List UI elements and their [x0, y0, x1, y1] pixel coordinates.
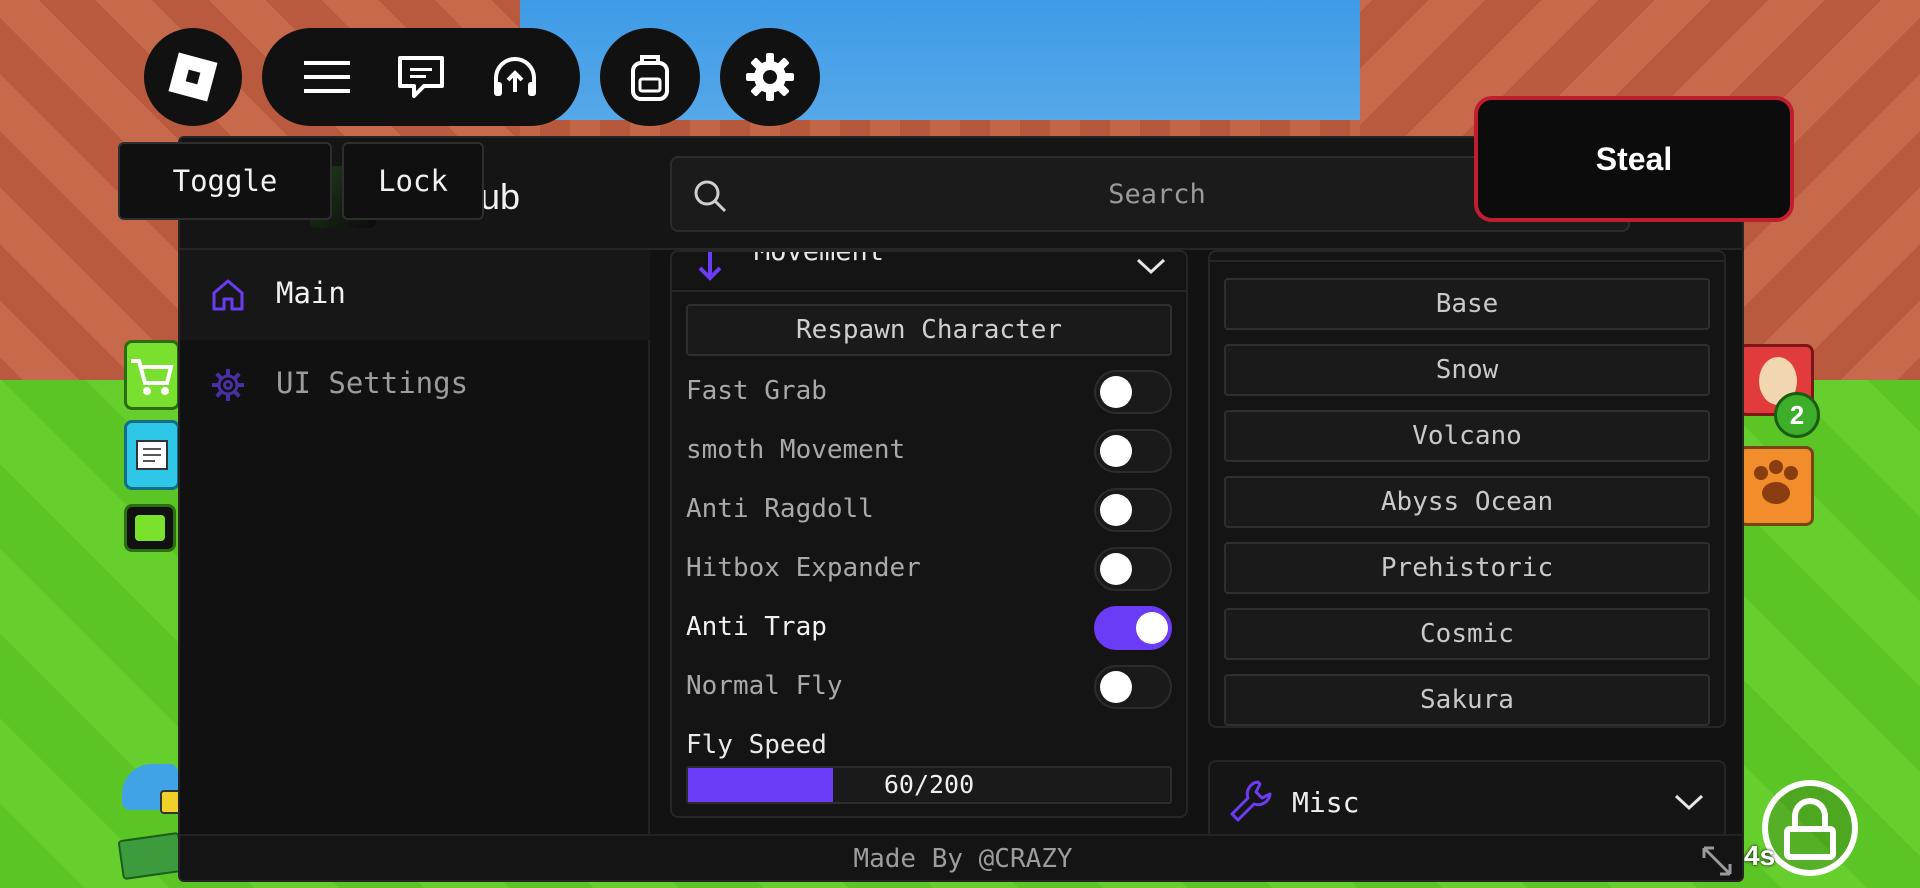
hub-panel: ub Main UI Settings Movement Respawn Cha… — [178, 136, 1744, 882]
notification-badge: 2 — [1774, 392, 1820, 438]
cart-icon — [131, 359, 174, 395]
toggle-row-fast-grab: Fast Grab — [686, 368, 1172, 418]
toggle-label: Normal Fly — [686, 671, 843, 701]
book-icon — [136, 440, 168, 470]
toggle-label: Hitbox Expander — [686, 553, 921, 583]
hub-title: ub — [480, 176, 521, 217]
toggle-ui-button[interactable]: Toggle — [118, 142, 332, 220]
bases-section: Base Snow Volcano Abyss Ocean Prehistori… — [1208, 250, 1726, 728]
sidebar-item-main[interactable]: Main — [180, 250, 650, 340]
respawn-character-button[interactable]: Respawn Character — [686, 304, 1172, 356]
top-button-group — [262, 28, 580, 126]
base-button-sakura[interactable]: Sakura — [1224, 674, 1710, 726]
sidebar-item-ui-settings[interactable]: UI Settings — [180, 340, 650, 430]
movement-section-header[interactable]: Movement — [672, 252, 1186, 292]
movement-section: Movement Respawn Character Fast Grab smo… — [670, 250, 1188, 818]
toggle-label: smoth Movement — [686, 435, 906, 465]
toggle-row-anti-trap: Anti Trap — [686, 604, 1172, 654]
anti-trap-toggle[interactable] — [1094, 606, 1172, 650]
hitbox-expander-toggle[interactable] — [1094, 547, 1172, 591]
lock-timer: 4s — [1744, 840, 1776, 871]
base-button-cosmic[interactable]: Cosmic — [1224, 608, 1710, 660]
wrench-icon — [1230, 780, 1272, 822]
chevron-down-icon[interactable] — [1134, 254, 1168, 278]
cash-icon[interactable] — [117, 831, 185, 881]
toggle-row-anti-ragdoll: Anti Ragdoll — [686, 486, 1172, 536]
chat-icon[interactable] — [391, 47, 451, 107]
movement-section-title: Movement — [754, 250, 885, 267]
base-button-prehistoric[interactable]: Prehistoric — [1224, 542, 1710, 594]
smoth-movement-toggle[interactable] — [1094, 429, 1172, 473]
base-button-snow[interactable]: Snow — [1224, 344, 1710, 396]
lock-ui-button[interactable]: Lock — [342, 142, 484, 220]
resize-icon[interactable] — [1700, 844, 1734, 878]
base-button-volcano[interactable]: Volcano — [1224, 410, 1710, 462]
pets-button[interactable] — [1738, 446, 1814, 526]
shop-cart-button[interactable] — [124, 340, 180, 410]
roblox-logo-icon — [168, 52, 218, 102]
home-icon — [212, 279, 244, 311]
movement-arrow-icon — [698, 252, 722, 281]
toggle-label: Anti Ragdoll — [686, 494, 874, 524]
anti-ragdoll-toggle[interactable] — [1094, 488, 1172, 532]
misc-section-header[interactable]: Misc — [1208, 760, 1726, 840]
settings-button[interactable] — [720, 28, 820, 126]
search-input[interactable] — [742, 166, 1572, 222]
chevron-down-icon[interactable] — [1672, 790, 1706, 814]
backpack-icon — [631, 55, 669, 101]
base-button-abyss-ocean[interactable]: Abyss Ocean — [1224, 476, 1710, 528]
toggle-label: Fast Grab — [686, 376, 827, 406]
book-button[interactable] — [124, 420, 180, 490]
green-square-button[interactable] — [124, 504, 176, 552]
menu-icon[interactable] — [297, 47, 357, 107]
sidebar-item-label: UI Settings — [276, 366, 469, 400]
base-button-base[interactable]: Base — [1224, 278, 1710, 330]
steal-button[interactable]: Steal — [1474, 96, 1794, 222]
toggle-label: Anti Trap — [686, 612, 827, 642]
gear-icon — [746, 53, 794, 101]
toggle-row-smoth-movement: smoth Movement — [686, 427, 1172, 477]
sidebar-item-label: Main — [276, 276, 346, 310]
search-icon — [694, 180, 727, 213]
fly-speed-label: Fly Speed — [686, 730, 827, 760]
roblox-menu-button[interactable] — [144, 28, 242, 126]
paw-icon — [1754, 460, 1798, 504]
normal-fly-toggle[interactable] — [1094, 665, 1172, 709]
credits-text: Made By @CRAZY — [853, 844, 1073, 874]
gear-icon — [212, 369, 244, 401]
fast-grab-toggle[interactable] — [1094, 370, 1172, 414]
fly-speed-value: 60/200 — [883, 770, 975, 799]
backpack-button[interactable] — [600, 28, 700, 126]
base-lock-button[interactable] — [1762, 780, 1858, 876]
toggle-row-normal-fly: Normal Fly — [686, 663, 1172, 713]
misc-section-title: Misc — [1292, 786, 1360, 819]
fly-speed-slider[interactable]: 60/200 — [686, 766, 1172, 804]
panel-footer: Made By @CRAZY — [180, 834, 1742, 880]
toggle-row-hitbox-expander: Hitbox Expander — [686, 545, 1172, 595]
sidebar: Main UI Settings — [180, 250, 650, 834]
headset-icon[interactable] — [485, 47, 545, 107]
